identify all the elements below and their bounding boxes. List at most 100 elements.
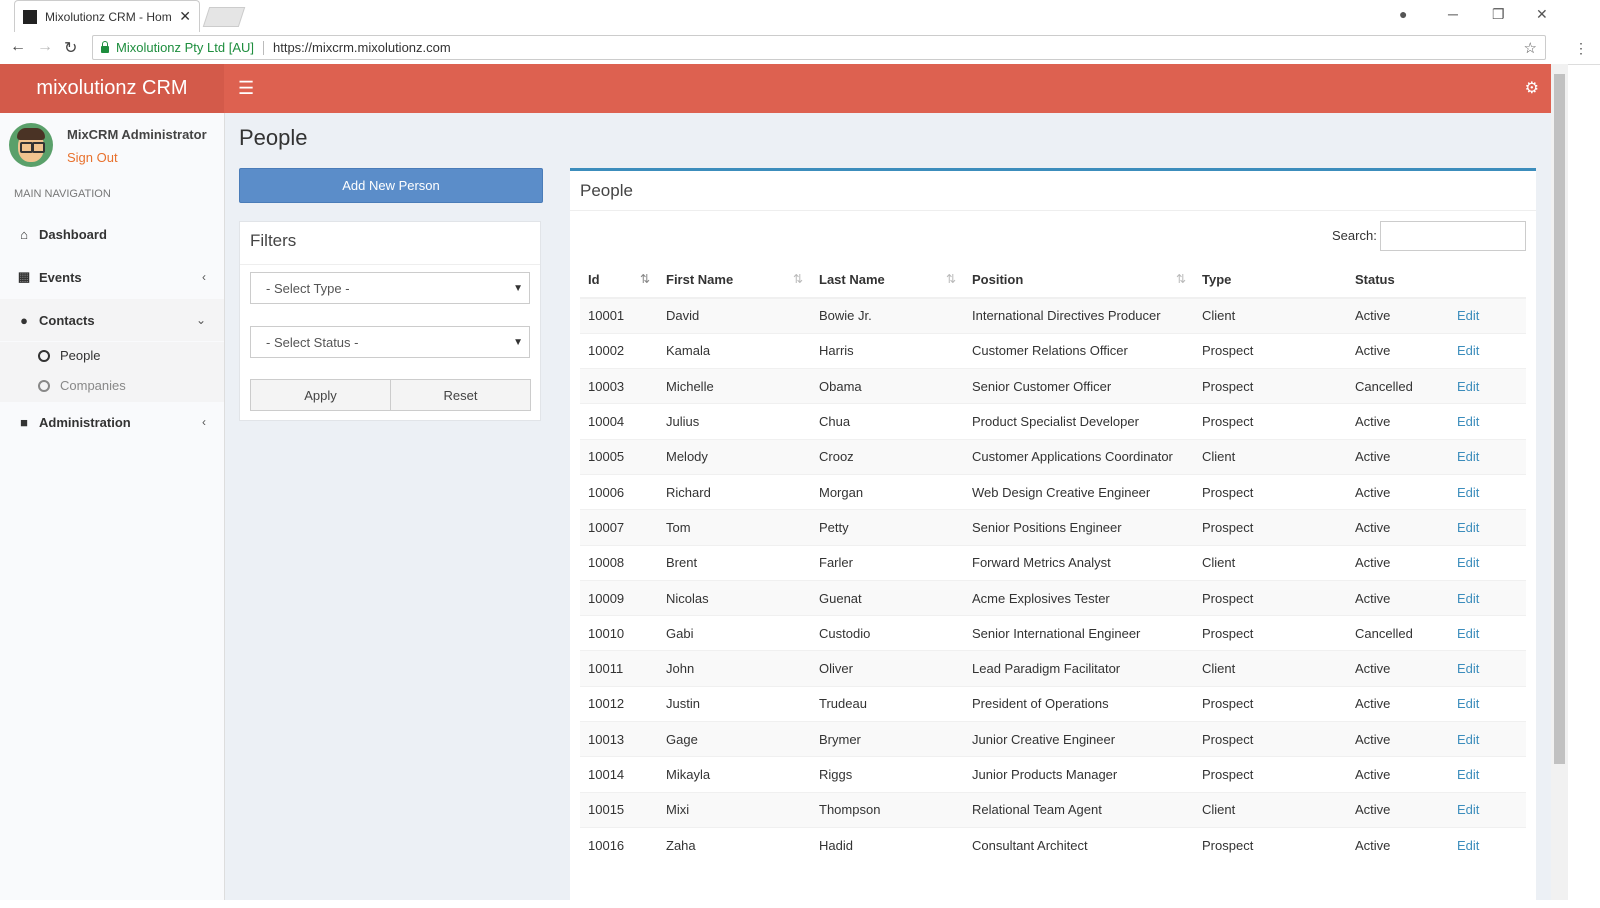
column-header-first-name[interactable]: First Name ⇅ — [658, 261, 811, 299]
cell-last-name: Hadid — [811, 826, 964, 863]
table-row: 10001 David Bowie Jr. International Directi… — [580, 297, 1526, 334]
cell-first-name: Brent — [658, 544, 811, 581]
edit-link[interactable]: Edit — [1457, 485, 1479, 500]
minimize-icon[interactable]: ─ — [1448, 6, 1458, 22]
column-header-id[interactable]: Id ⇅ — [580, 261, 658, 299]
status-select[interactable]: - Select Status - ▼ — [250, 326, 530, 358]
sidebar-item-administration[interactable]: ■ Administration ‹ — [0, 401, 224, 443]
secure-indicator[interactable]: Mixolutionz Pty Ltd [AU] — [101, 40, 254, 55]
edit-link[interactable]: Edit — [1457, 343, 1479, 358]
restore-icon[interactable]: ❐ — [1492, 6, 1505, 23]
cell-last-name: Chua — [811, 403, 964, 440]
sidebar-subitem-companies[interactable]: Companies — [38, 378, 126, 393]
cell-status: Cancelled — [1347, 615, 1449, 651]
type-select[interactable]: - Select Type - ▼ — [250, 272, 530, 304]
cell-position: International Directives Producer — [964, 297, 1194, 334]
edit-link[interactable]: Edit — [1457, 626, 1479, 641]
sort-asc-icon: ⇅ — [639, 272, 650, 286]
cell-last-name: Guenat — [811, 579, 964, 616]
cell-position: Senior Positions Engineer — [964, 509, 1194, 546]
table-row: 10014 Mikayla Riggs Junior Products Manager… — [580, 756, 1526, 793]
apply-button[interactable]: Apply — [250, 379, 391, 411]
gears-icon[interactable]: ⚙ — [1525, 78, 1539, 98]
contacts-submenu: People Companies — [0, 342, 224, 402]
browser-tab[interactable]: Mixolutionz CRM - Hom ✕ — [14, 0, 200, 32]
url-bar[interactable]: Mixolutionz Pty Ltd [AU] https://mixcrm.… — [92, 35, 1546, 60]
edit-link[interactable]: Edit — [1457, 379, 1479, 394]
sidebar-item-events[interactable]: ▦ Events ‹ — [0, 256, 224, 298]
cell-status: Active — [1347, 685, 1449, 722]
edit-link[interactable]: Edit — [1457, 767, 1479, 782]
avatar-glasses-right — [32, 142, 45, 153]
people-table: Id ⇅ First Name ⇅ Last Name ⇅ Position ⇅ Typ… — [580, 261, 1526, 863]
search-input[interactable] — [1380, 221, 1526, 251]
home-icon: ⌂ — [20, 226, 28, 242]
edit-link[interactable]: Edit — [1457, 449, 1479, 464]
edit-link[interactable]: Edit — [1457, 414, 1479, 429]
sidebar-item-dashboard[interactable]: ⌂ Dashboard — [0, 213, 224, 255]
add-new-person-button[interactable]: Add New Person — [239, 168, 543, 203]
column-label: Position — [972, 271, 1024, 287]
forward-icon[interactable]: → — [37, 38, 53, 56]
edit-link[interactable]: Edit — [1457, 661, 1479, 676]
bookmark-star-icon[interactable]: ☆ — [1524, 39, 1537, 57]
cell-type: Prospect — [1194, 721, 1347, 757]
back-icon[interactable]: ← — [10, 38, 26, 56]
table-row: 10004 Julius Chua Product Specialist Develo… — [580, 403, 1526, 440]
cell-first-name: John — [658, 650, 811, 687]
cell-last-name: Thompson — [811, 791, 964, 828]
column-header-type[interactable]: Type — [1194, 261, 1347, 299]
column-header-actions — [1449, 261, 1526, 299]
cell-first-name: Justin — [658, 685, 811, 722]
column-header-status[interactable]: Status — [1347, 261, 1449, 299]
app-logo[interactable]: mixolutionz CRM — [0, 64, 224, 113]
dropdown-arrow-icon: ▼ — [513, 282, 523, 294]
cell-type: Prospect — [1194, 685, 1347, 722]
page-scrollbar[interactable] — [1551, 64, 1568, 900]
cell-last-name: Bowie Jr. — [811, 297, 964, 334]
cell-status: Active — [1347, 756, 1449, 793]
tab-title: Mixolutionz CRM - Hom — [45, 9, 172, 24]
profile-icon[interactable]: ● — [1399, 6, 1407, 22]
sidebar-subitem-people[interactable]: People — [38, 348, 100, 363]
sidebar-item-contacts[interactable]: ● Contacts ⌄ — [0, 299, 224, 341]
avatar-hair — [17, 128, 45, 140]
sign-out-link[interactable]: Sign Out — [67, 150, 118, 165]
column-label: Id — [588, 271, 600, 287]
edit-link[interactable]: Edit — [1457, 308, 1479, 323]
cell-position: Senior International Engineer — [964, 615, 1194, 651]
edit-link[interactable]: Edit — [1457, 696, 1479, 711]
cell-id: 10005 — [580, 438, 658, 475]
hamburger-icon[interactable]: ☰ — [238, 78, 254, 99]
cell-position: Acme Explosives Tester — [964, 579, 1194, 616]
cell-actions: Edit — [1449, 756, 1526, 793]
filters-panel: Filters - Select Type - ▼ - Select Statu… — [239, 221, 541, 421]
cell-first-name: Mikayla — [658, 756, 811, 793]
column-label: Status — [1355, 271, 1395, 287]
cell-last-name: Morgan — [811, 473, 964, 510]
edit-link[interactable]: Edit — [1457, 555, 1479, 570]
table-row: 10015 Mixi Thompson Relational Team Agent Cl… — [580, 791, 1526, 828]
table-header-row: Id ⇅ First Name ⇅ Last Name ⇅ Position ⇅ Typ… — [580, 261, 1526, 299]
column-label: Type — [1202, 271, 1232, 287]
table-body: 10001 David Bowie Jr. International Directi… — [580, 297, 1526, 863]
new-tab-button[interactable] — [202, 7, 246, 27]
edit-link[interactable]: Edit — [1457, 732, 1479, 747]
cell-id: 10008 — [580, 544, 658, 581]
close-tab-icon[interactable]: ✕ — [179, 8, 191, 25]
close-window-icon[interactable]: ✕ — [1536, 6, 1548, 23]
column-header-position[interactable]: Position ⇅ — [964, 261, 1194, 299]
cell-type: Prospect — [1194, 332, 1347, 369]
status-select-value: - Select Status - — [266, 334, 359, 350]
cell-last-name: Petty — [811, 509, 964, 546]
scrollbar-thumb[interactable] — [1554, 74, 1565, 764]
edit-link[interactable]: Edit — [1457, 838, 1479, 853]
edit-link[interactable]: Edit — [1457, 591, 1479, 606]
browser-menu-icon[interactable]: ⋮ — [1574, 40, 1588, 57]
edit-link[interactable]: Edit — [1457, 520, 1479, 535]
reset-button[interactable]: Reset — [390, 379, 531, 411]
cell-id: 10006 — [580, 473, 658, 510]
column-header-last-name[interactable]: Last Name ⇅ — [811, 261, 964, 299]
reload-icon[interactable]: ↻ — [64, 38, 77, 58]
edit-link[interactable]: Edit — [1457, 802, 1479, 817]
